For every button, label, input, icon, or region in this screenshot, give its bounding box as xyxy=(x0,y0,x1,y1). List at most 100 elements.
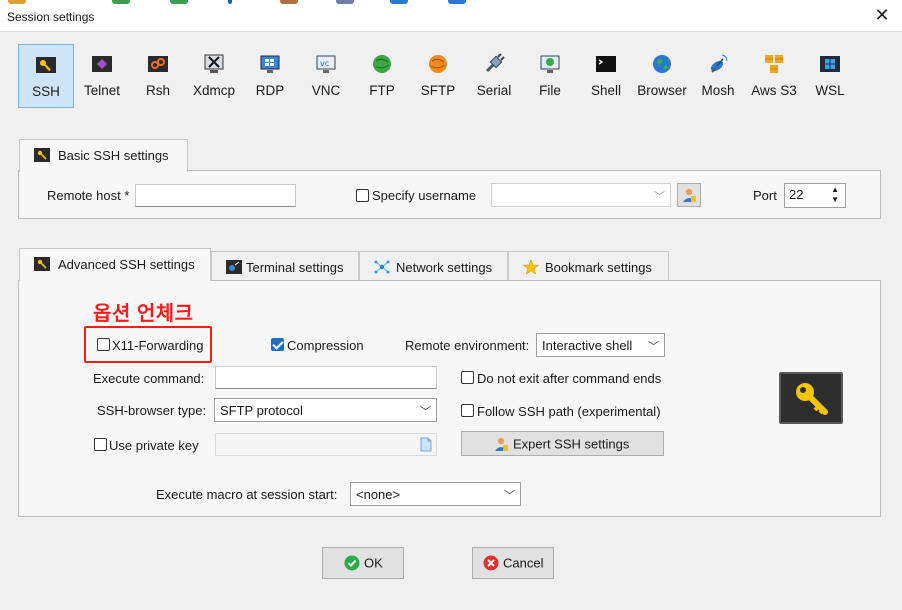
file-browse-icon[interactable] xyxy=(420,437,432,452)
key-icon xyxy=(796,383,828,415)
serial-plug-icon xyxy=(485,53,505,73)
tab-bookmark-settings[interactable]: Bookmark settings xyxy=(508,251,669,282)
annotation-highlight-box xyxy=(84,326,212,363)
protocol-rsh[interactable]: Rsh xyxy=(130,44,186,108)
tab-label: Network settings xyxy=(396,260,493,275)
execute-macro-select[interactable]: <none> ﹀ xyxy=(350,482,521,506)
rsh-icon xyxy=(148,56,168,72)
chevron-down-icon: ﹀ xyxy=(420,406,431,418)
file-monitor-icon xyxy=(540,55,560,73)
cancel-circle-icon xyxy=(483,555,499,571)
follow-ssh-path-label: Follow SSH path (experimental) xyxy=(477,404,661,419)
specify-username-label: Specify username xyxy=(372,188,477,203)
protocol-sftp[interactable]: SFTP xyxy=(410,44,466,108)
protocol-label: Serial xyxy=(476,83,512,98)
protocol-telnet[interactable]: Telnet xyxy=(74,44,130,108)
network-icon xyxy=(374,260,390,274)
ssh-key-icon xyxy=(34,148,50,162)
protocol-label: Xdmcp xyxy=(192,83,236,98)
check-circle-icon xyxy=(344,555,360,571)
execute-command-input[interactable] xyxy=(215,366,437,389)
tab-label: Advanced SSH settings xyxy=(58,257,195,272)
ok-label: OK xyxy=(364,555,383,571)
protocol-mosh[interactable]: Mosh xyxy=(690,44,746,108)
protocol-ssh[interactable]: SSH xyxy=(18,44,74,108)
port-value: 22 xyxy=(789,187,804,202)
cancel-button[interactable]: Cancel xyxy=(472,547,554,579)
spinner-arrows-icon: ▲ ▼ xyxy=(831,185,839,204)
mosh-satellite-icon xyxy=(710,54,728,73)
tab-advanced-ssh-settings[interactable]: Advanced SSH settings xyxy=(19,248,211,281)
telnet-icon xyxy=(92,56,112,72)
close-icon[interactable]: ✕ xyxy=(872,4,892,26)
execute-macro-value: <none> xyxy=(356,487,401,502)
tab-label: Bookmark settings xyxy=(545,260,652,275)
tab-basic-ssh-settings[interactable]: Basic SSH settings xyxy=(19,139,188,172)
use-private-key-checkbox[interactable] xyxy=(94,438,107,451)
remote-host-input[interactable] xyxy=(135,184,296,207)
compression-label: Compression xyxy=(287,338,364,353)
user-manager-button[interactable] xyxy=(677,183,701,207)
background-app-strip xyxy=(0,0,480,4)
protocol-label: Shell xyxy=(590,83,622,98)
protocol-xdmcp[interactable]: Xdmcp xyxy=(186,44,242,108)
aws-s3-cubes-icon xyxy=(765,55,783,73)
username-select[interactable]: ﹀ xyxy=(491,183,671,207)
protocol-label: SFTP xyxy=(420,83,456,98)
tab-label: Terminal settings xyxy=(246,260,344,275)
tab-terminal-settings[interactable]: Terminal settings xyxy=(211,251,359,282)
user-icon xyxy=(495,437,508,451)
ssh-browser-type-label: SSH-browser type: xyxy=(97,403,207,418)
protocol-label: Browser xyxy=(637,83,687,98)
protocol-serial[interactable]: Serial xyxy=(466,44,522,108)
protocol-label: File xyxy=(539,83,561,98)
protocol-shell[interactable]: Shell xyxy=(578,44,634,108)
ssh-browser-type-select[interactable]: SFTP protocol ﹀ xyxy=(214,398,437,422)
ok-button[interactable]: OK xyxy=(322,547,404,579)
protocol-toolbar: SSH Telnet Rsh Xdmcp RDP vc VNC FTP SFTP… xyxy=(18,44,868,108)
protocol-label: SSH xyxy=(32,84,60,99)
tab-network-settings[interactable]: Network settings xyxy=(359,251,508,282)
protocol-rdp[interactable]: RDP xyxy=(242,44,298,108)
expert-ssh-settings-label: Expert SSH settings xyxy=(513,436,630,451)
follow-ssh-path-checkbox[interactable] xyxy=(461,404,474,417)
basic-settings-panel: Remote host * Specify username ﹀ Port 22… xyxy=(18,170,881,219)
ssh-browser-type-value: SFTP protocol xyxy=(220,403,303,418)
star-icon xyxy=(523,260,539,274)
remote-environment-select[interactable]: Interactive shell ﹀ xyxy=(536,333,665,357)
do-not-exit-checkbox[interactable] xyxy=(461,371,474,384)
wsl-windows-icon xyxy=(820,56,840,72)
cancel-label: Cancel xyxy=(503,555,544,571)
execute-macro-label: Execute macro at session start: xyxy=(156,487,338,502)
protocol-wsl[interactable]: WSL xyxy=(802,44,858,108)
use-private-key-label: Use private key xyxy=(109,438,199,453)
protocol-file[interactable]: File xyxy=(522,44,578,108)
chevron-down-icon: ﹀ xyxy=(654,191,665,203)
ssh-key-icon xyxy=(34,257,50,271)
tab-label: Basic SSH settings xyxy=(58,148,169,163)
port-spinner[interactable]: 22 ▲ ▼ xyxy=(784,183,846,208)
protocol-label: Rsh xyxy=(145,83,170,98)
vnc-monitor-icon: vc xyxy=(316,55,336,73)
remote-host-label: Remote host * xyxy=(47,188,130,203)
remote-environment-value: Interactive shell xyxy=(542,338,633,353)
svg-text:vc: vc xyxy=(320,59,329,68)
chevron-down-icon: ﹀ xyxy=(648,341,659,353)
protocol-ftp[interactable]: FTP xyxy=(354,44,410,108)
protocol-label: Aws S3 xyxy=(751,83,797,98)
expert-ssh-settings-button[interactable]: Expert SSH settings xyxy=(461,431,664,456)
sftp-globe-icon xyxy=(429,55,447,73)
execute-command-label: Execute command: xyxy=(93,371,205,386)
specify-username-checkbox[interactable] xyxy=(356,189,369,202)
protocol-aws-s3[interactable]: Aws S3 xyxy=(746,44,802,108)
protocol-browser[interactable]: Browser xyxy=(634,44,690,108)
title-bar: Session settings ✕ xyxy=(0,0,902,32)
protocol-label: Telnet xyxy=(83,83,121,98)
rdp-monitor-icon xyxy=(260,55,280,73)
protocol-vnc[interactable]: vc VNC xyxy=(298,44,354,108)
browser-globe-icon xyxy=(653,55,671,73)
compression-checkbox[interactable] xyxy=(271,338,284,351)
window-title: Session settings xyxy=(7,10,95,24)
ssh-key-illustration xyxy=(779,372,843,424)
private-key-input[interactable] xyxy=(215,433,437,456)
